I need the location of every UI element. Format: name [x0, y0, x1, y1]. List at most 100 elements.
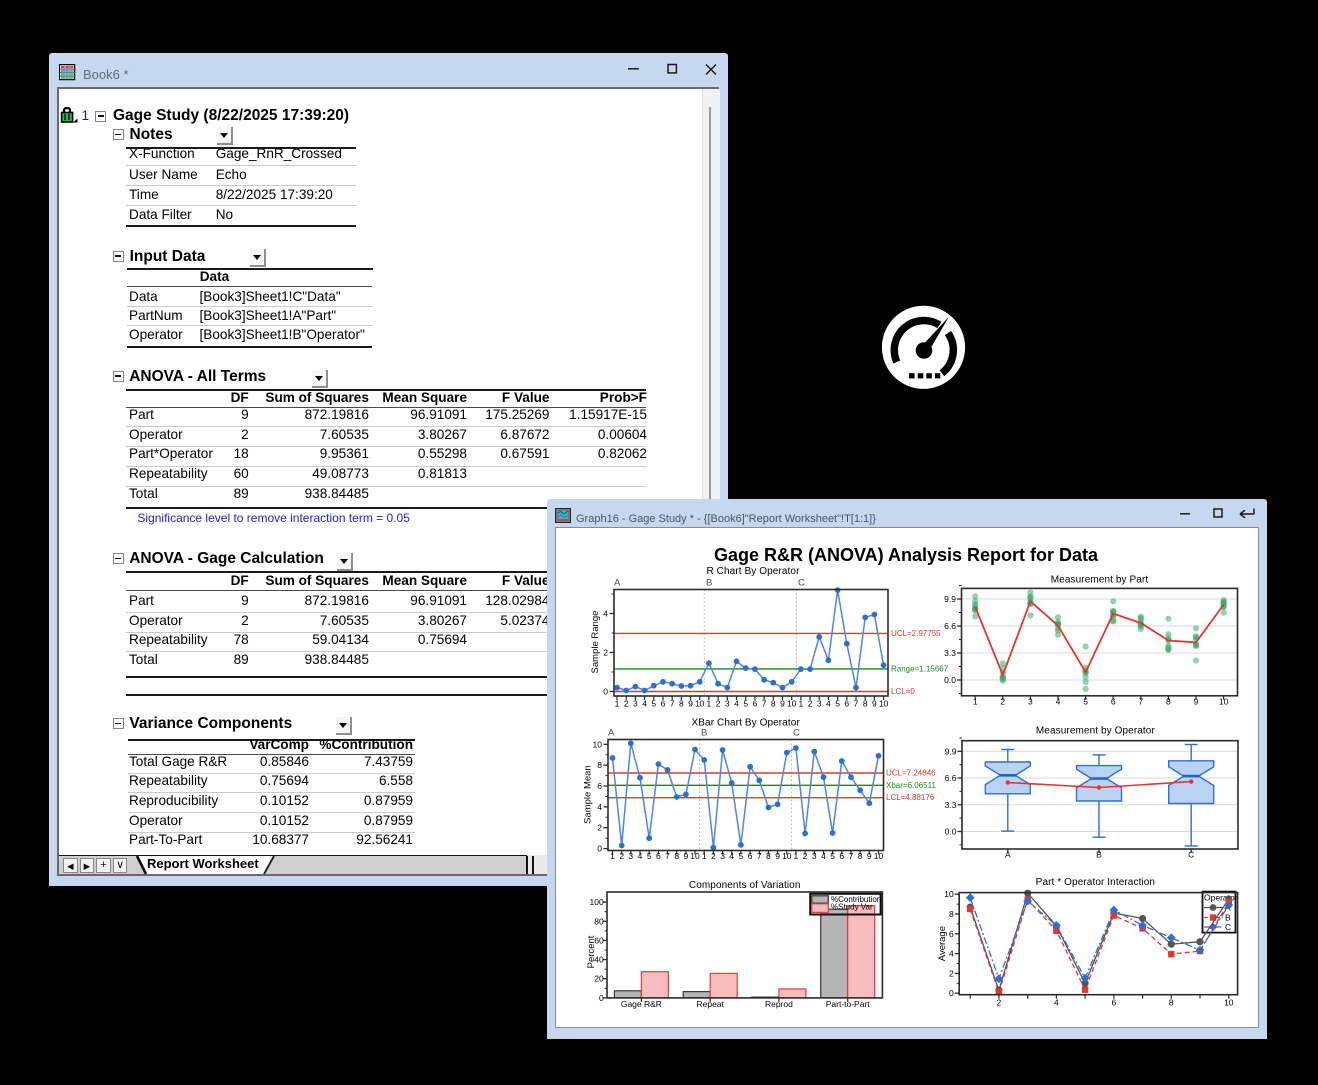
svg-text:Sample Mean: Sample Mean: [583, 766, 594, 825]
svg-text:A: A: [608, 728, 615, 739]
svg-text:Measurement by Operator: Measurement by Operator: [1036, 726, 1156, 737]
svg-text:Xbar=6.06511: Xbar=6.06511: [886, 781, 936, 790]
svg-text:Reprod: Reprod: [765, 999, 793, 1009]
svg-text:1: 1: [615, 699, 620, 709]
svg-text:0: 0: [599, 993, 604, 1003]
svg-text:6: 6: [844, 699, 849, 709]
svg-text:20: 20: [594, 974, 604, 984]
svg-text:B: B: [701, 728, 707, 739]
svg-text:10: 10: [787, 699, 797, 709]
svg-text:4: 4: [821, 851, 826, 861]
svg-text:8: 8: [949, 909, 954, 919]
svg-text:5: 5: [739, 851, 744, 861]
svg-text:Gage R&R (ANOVA) Analysis Repo: Gage R&R (ANOVA) Analysis Report for Dat…: [714, 545, 1099, 565]
svg-text:3.3: 3.3: [945, 800, 957, 810]
svg-text:Part-to-Part: Part-to-Part: [826, 999, 871, 1009]
svg-text:UCL=2.97755: UCL=2.97755: [891, 629, 941, 638]
svg-text:Components of Variation: Components of Variation: [689, 880, 801, 891]
svg-text:1: 1: [707, 699, 712, 709]
svg-text:2: 2: [949, 969, 954, 979]
svg-text:1: 1: [610, 851, 615, 861]
svg-text:2: 2: [597, 823, 602, 833]
svg-text:3: 3: [633, 699, 638, 709]
svg-text:7: 7: [757, 851, 762, 861]
svg-text:4: 4: [1056, 697, 1061, 707]
svg-text:Measurement by Part: Measurement by Part: [1051, 575, 1149, 586]
svg-text:8: 8: [863, 699, 868, 709]
svg-text:4: 4: [1054, 998, 1059, 1008]
svg-text:6: 6: [661, 699, 666, 709]
svg-text:1: 1: [799, 699, 804, 709]
svg-text:XBar Chart By Operator: XBar Chart By Operator: [692, 718, 801, 729]
svg-text:Repeat: Repeat: [696, 999, 724, 1009]
svg-text:6: 6: [748, 851, 753, 861]
svg-text:6: 6: [656, 851, 661, 861]
svg-text:10: 10: [690, 851, 700, 861]
svg-text:Range=1.15667: Range=1.15667: [891, 665, 949, 674]
svg-text:A: A: [614, 578, 621, 589]
svg-text:5: 5: [1083, 697, 1088, 707]
svg-text:5: 5: [830, 851, 835, 861]
svg-text:7: 7: [670, 699, 675, 709]
svg-text:10: 10: [944, 890, 954, 900]
svg-text:2: 2: [997, 998, 1002, 1008]
svg-text:0: 0: [597, 844, 602, 854]
svg-text:9: 9: [872, 699, 877, 709]
svg-text:C: C: [793, 728, 800, 739]
svg-text:1: 1: [702, 851, 707, 861]
svg-text:4: 4: [642, 699, 647, 709]
svg-text:6: 6: [839, 851, 844, 861]
svg-text:10: 10: [593, 740, 603, 750]
svg-text:3: 3: [628, 851, 633, 861]
svg-text:7: 7: [1138, 697, 1143, 707]
svg-text:2: 2: [716, 699, 721, 709]
svg-text:9: 9: [775, 851, 780, 861]
svg-text:2: 2: [711, 851, 716, 861]
svg-text:2: 2: [624, 699, 629, 709]
svg-text:6: 6: [753, 699, 758, 709]
svg-text:2: 2: [1000, 697, 1005, 707]
svg-text:C: C: [798, 578, 805, 589]
svg-text:4: 4: [826, 699, 831, 709]
svg-text:3: 3: [1028, 697, 1033, 707]
svg-text:9.9: 9.9: [944, 594, 956, 604]
svg-text:7: 7: [849, 851, 854, 861]
svg-text:5: 5: [651, 699, 656, 709]
svg-text:2: 2: [808, 699, 813, 709]
svg-text:6.6: 6.6: [944, 621, 956, 631]
svg-text:R Chart By Operator: R Chart By Operator: [706, 566, 800, 577]
svg-text:5: 5: [647, 851, 652, 861]
svg-text:6.6: 6.6: [945, 773, 957, 783]
svg-text:8: 8: [858, 851, 863, 861]
svg-text:9: 9: [688, 699, 693, 709]
svg-text:9: 9: [1194, 697, 1199, 707]
svg-text:4: 4: [603, 609, 608, 619]
svg-text:10: 10: [879, 699, 889, 709]
svg-text:B: B: [1225, 913, 1231, 923]
svg-text:Part * Operator Interaction: Part * Operator Interaction: [1036, 877, 1155, 888]
svg-text:10: 10: [1224, 998, 1234, 1008]
svg-text:%Study Var: %Study Var: [831, 903, 873, 912]
svg-text:10: 10: [782, 851, 792, 861]
svg-text:3.3: 3.3: [944, 648, 956, 658]
svg-text:8: 8: [597, 761, 602, 771]
svg-text:9: 9: [867, 851, 872, 861]
svg-text:7: 7: [665, 851, 670, 861]
svg-text:5: 5: [743, 699, 748, 709]
svg-text:80: 80: [594, 917, 604, 927]
svg-text:10: 10: [695, 699, 705, 709]
svg-text:9: 9: [780, 699, 785, 709]
svg-text:5: 5: [835, 699, 840, 709]
svg-text:3: 3: [725, 699, 730, 709]
svg-text:0.0: 0.0: [944, 675, 956, 685]
svg-text:C: C: [1225, 922, 1231, 932]
svg-text:UCL=7.24846: UCL=7.24846: [886, 769, 936, 778]
svg-text:6: 6: [1111, 697, 1116, 707]
svg-text:LCL=4.88176: LCL=4.88176: [886, 794, 935, 803]
svg-text:LCL=0: LCL=0: [891, 687, 915, 696]
svg-text:Average: Average: [937, 926, 948, 961]
svg-text:6: 6: [597, 781, 602, 791]
svg-text:7: 7: [762, 699, 767, 709]
svg-text:4: 4: [638, 851, 643, 861]
svg-text:3: 3: [720, 851, 725, 861]
